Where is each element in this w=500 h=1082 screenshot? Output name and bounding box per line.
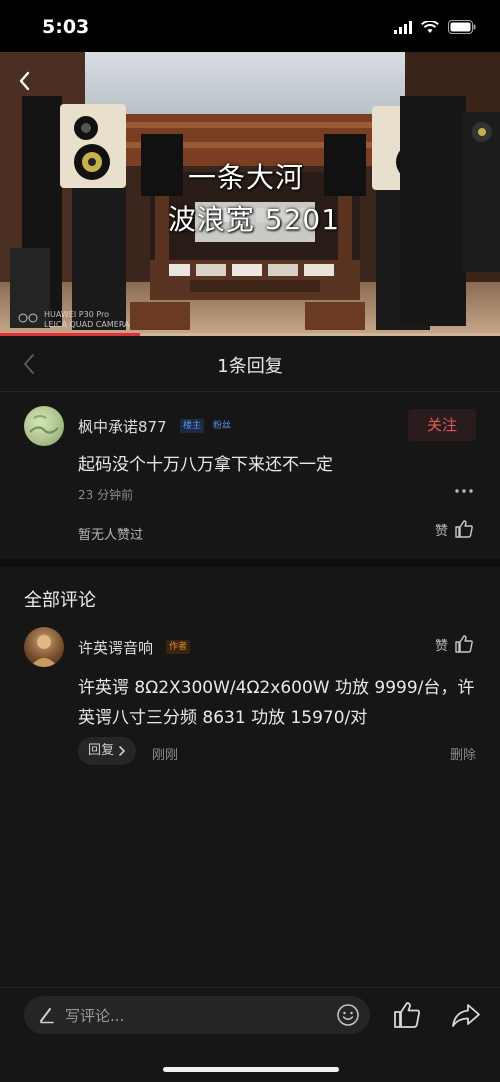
watermark-line1: HUAWEI P30 Pro [44,310,110,319]
thumb-up-icon[interactable] [392,1000,422,1030]
reply-label: 回复 [88,743,115,758]
like-button[interactable]: 赞 [435,519,474,539]
like-label: 赞 [434,523,448,539]
more-icon[interactable] [454,486,474,496]
back-icon[interactable] [12,66,38,96]
owner-badge: 楼主 [180,419,205,433]
watermark-line2: LEICA QUAD CAMERA [44,320,130,329]
bottom-bar: 写评论... [0,987,500,1082]
avatar[interactable] [24,406,64,446]
section-title: 全部评论 [24,590,96,611]
signal-icon [394,20,412,34]
avatar-image [30,635,58,667]
comment-text: 起码没个十万八万拿下来还不一定 [78,455,333,475]
thumb-up-icon [455,520,473,538]
follow-button[interactable]: 关注 [408,409,476,441]
like-button[interactable]: 赞 [435,634,474,654]
home-indicator [163,1067,339,1072]
battery-icon [448,20,476,34]
like-label: 赞 [434,638,448,654]
chevron-right-icon [119,746,126,756]
reply-header: 1条回复 [0,336,500,392]
video-caption-line2: 波浪宽 5201 [167,203,341,236]
wifi-icon [421,20,439,33]
status-bar: 5:03 [0,0,500,52]
username[interactable]: 许英谔音响 [78,637,153,658]
comment-time: 23 分钟前 [78,488,134,502]
delete-button[interactable]: 删除 [450,744,476,763]
comment-input-placeholder: 写评论... [65,1007,125,1025]
avatar-image [29,415,59,434]
comment-time: 刚刚 [152,748,179,763]
username[interactable]: 枫中承诺877 [78,416,167,437]
share-icon[interactable] [450,1000,482,1030]
status-icons [394,20,476,34]
no-likes-text: 暂无人赞过 [78,528,144,543]
reply-title: 1条回复 [217,356,283,377]
status-time: 5:03 [42,16,90,38]
author-badge: 作者 [166,640,191,654]
comment-input[interactable]: 写评论... [24,996,370,1034]
video-caption-line1: 一条大河 [187,161,304,194]
video-player[interactable]: 一条大河 波浪宽 5201 HUAWEI P30 Pro LEICA QUAD … [0,52,500,336]
main-comment: 枫中承诺877 楼主 粉丝 关注 起码没个十万八万拿下来还不一定 23 分钟前 … [0,392,500,567]
thumb-up-icon [455,635,473,653]
lens-icon [18,313,38,323]
avatar[interactable] [24,627,64,667]
comment-text: 许英谔 8Ω2X300W/4Ω2x600W 功放 9999/台，许英谔八寸三分频… [78,678,475,728]
all-comments-section: 全部评论 许英谔音响 作者 赞 许英谔 8Ω2X300W/4Ω2x600W 功放… [0,567,500,987]
fans-badge: 粉丝 [213,421,232,431]
pen-icon [40,1008,54,1024]
emoji-icon[interactable] [336,1003,360,1027]
reply-button[interactable]: 回复 [78,737,137,765]
